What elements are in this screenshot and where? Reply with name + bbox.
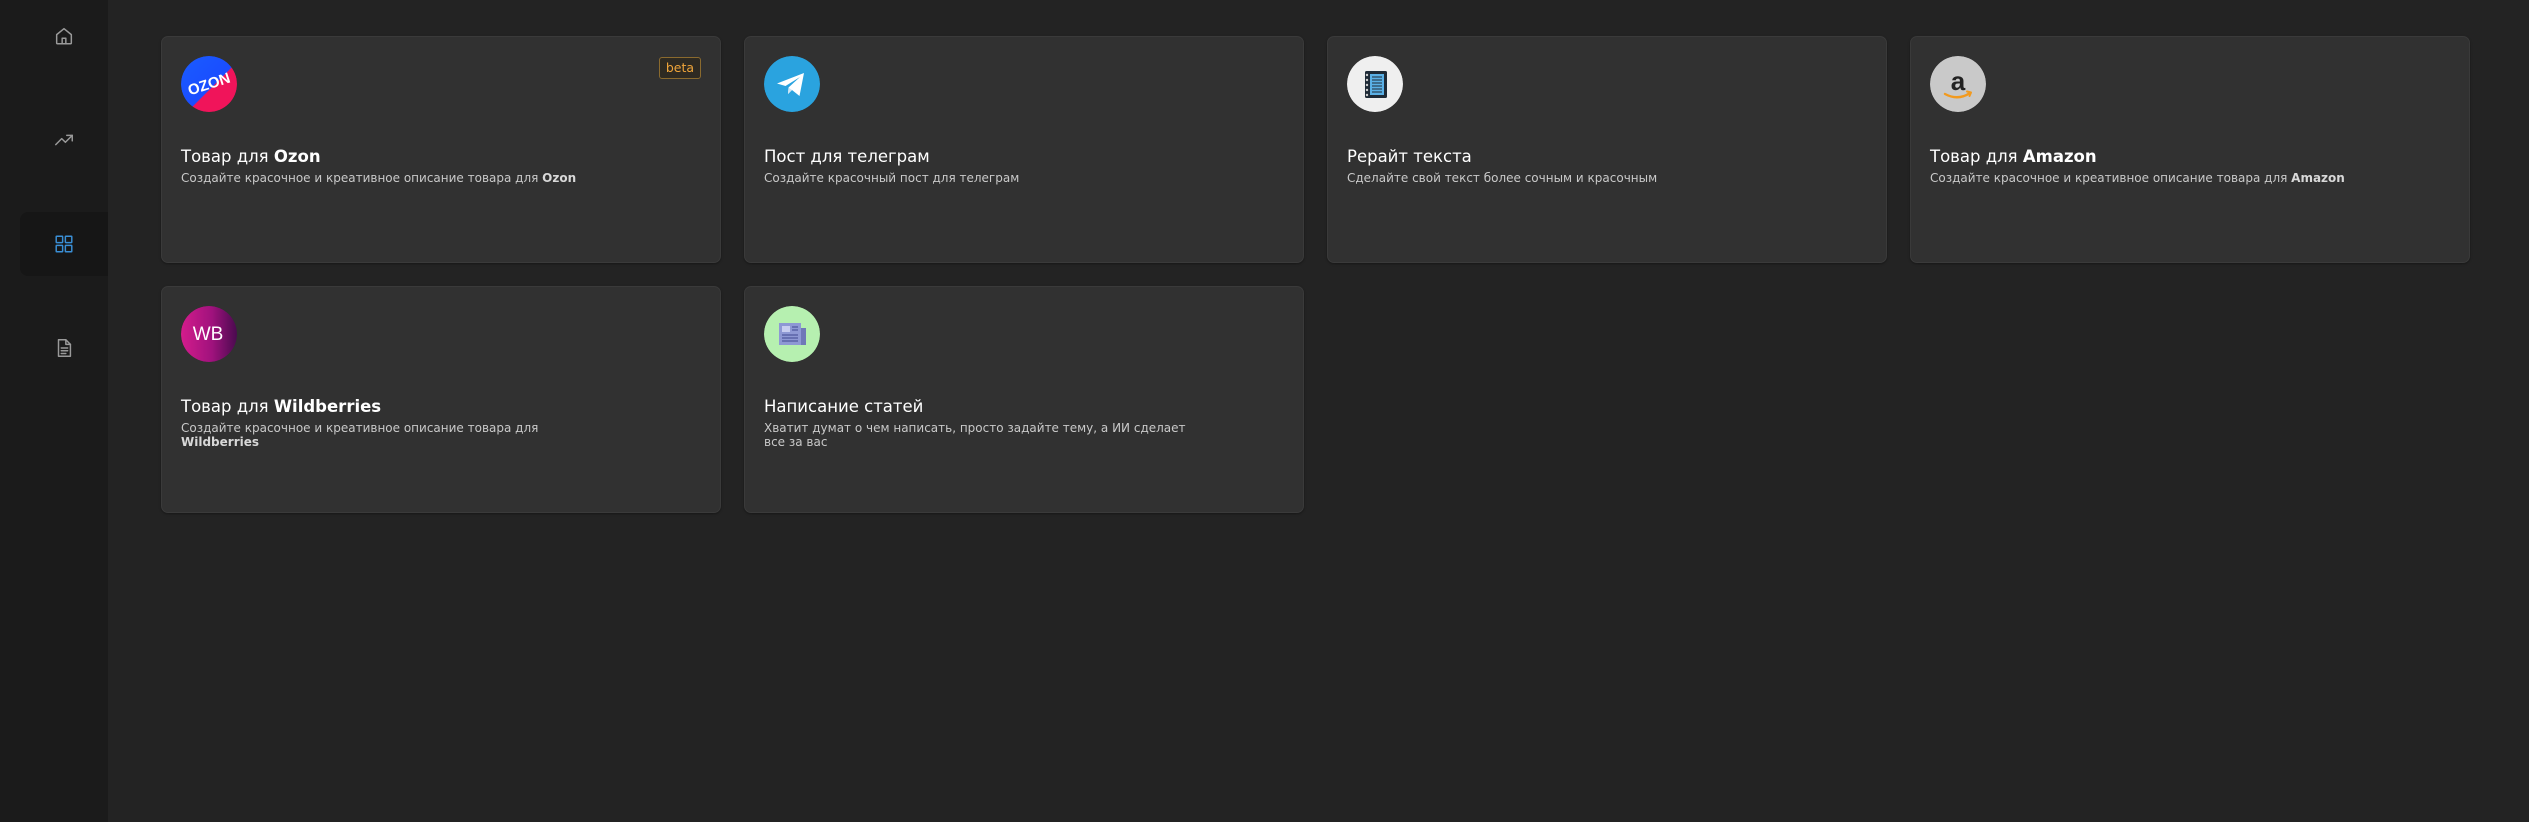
home-icon	[53, 25, 75, 47]
wildberries-logo-icon: WB	[181, 306, 237, 362]
card-description: Создайте красочное и креативное описание…	[181, 421, 539, 449]
card-description: Сделайте свой текст более сочным и красо…	[1347, 171, 1658, 185]
card-articles[interactable]: Написание статей Хватит думат о чем напи…	[744, 286, 1304, 513]
sidebar-item-documents[interactable]	[20, 316, 108, 380]
card-ozon[interactable]: OZON beta Товар для Ozon Создайте красоч…	[161, 36, 721, 263]
card-description: Создайте красочный пост для телеграм	[764, 171, 1020, 185]
telegram-icon	[764, 56, 820, 112]
svg-text:WB: WB	[193, 324, 224, 345]
trending-up-icon	[53, 129, 75, 151]
card-title: Товар для Wildberries	[181, 397, 382, 416]
amazon-logo-icon: a	[1930, 56, 1986, 112]
card-rewrite[interactable]: Рерайт текста Сделайте свой текст более …	[1327, 36, 1887, 263]
card-telegram[interactable]: Пост для телеграм Создайте красочный пос…	[744, 36, 1304, 263]
sidebar-item-trending[interactable]	[20, 108, 108, 172]
sidebar-item-apps[interactable]	[20, 212, 108, 276]
card-title: Написание статей	[764, 397, 924, 416]
card-amazon[interactable]: a Товар для Amazon Создайте красочное и …	[1910, 36, 2470, 263]
sidebar-item-home[interactable]	[20, 4, 108, 68]
sidebar	[0, 0, 108, 822]
card-title: Товар для Amazon	[1930, 147, 2097, 166]
beta-badge: beta	[658, 57, 701, 79]
card-title: Пост для телеграм	[764, 147, 930, 166]
notebook-icon	[1347, 56, 1403, 112]
card-description: Создайте красочное и креативное описание…	[1930, 171, 2345, 185]
document-icon	[53, 337, 75, 359]
ozon-logo-icon: OZON	[181, 56, 237, 112]
grid-icon	[53, 233, 75, 255]
newspaper-icon	[764, 306, 820, 362]
card-description: Создайте красочное и креативное описание…	[181, 171, 577, 185]
card-wildberries[interactable]: WB Товар для Wildberries Создайте красоч…	[161, 286, 721, 513]
card-description: Хватит думат о чем написать, просто зада…	[764, 421, 1186, 449]
svg-text:a: a	[1951, 66, 1966, 96]
card-title: Рерайт текста	[1347, 147, 1472, 166]
card-title: Товар для Ozon	[181, 147, 321, 166]
